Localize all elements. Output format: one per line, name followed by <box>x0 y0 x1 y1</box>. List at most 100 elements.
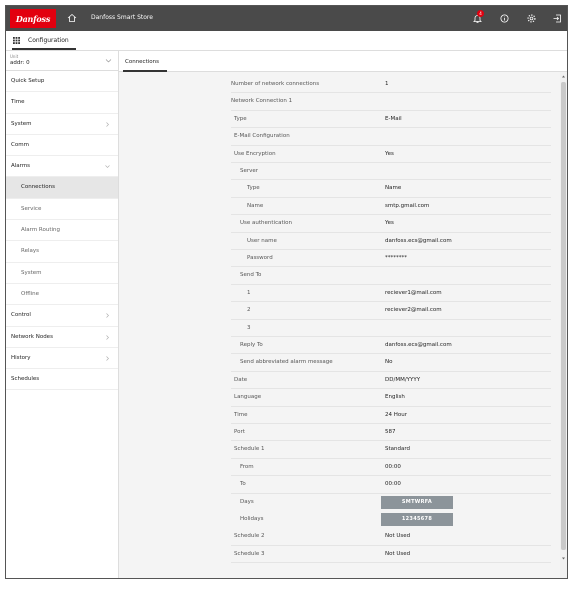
sidebar-item-label: Connections <box>21 184 55 191</box>
setting-value[interactable]: 00:00 <box>385 481 401 487</box>
unit-selector[interactable]: Unit addr: 0 <box>6 51 118 71</box>
setting-value[interactable]: danfoss.ecs@gmail.com <box>385 342 452 348</box>
setting-label: Port <box>234 429 245 435</box>
setting-row: Date DD/MM/YYYY <box>119 372 560 390</box>
setting-row: Send To <box>119 267 560 285</box>
sidebar-nav: Quick Setup Time System Comm Alarms Connectio… <box>6 71 118 391</box>
setting-row: 1 reciever1@mail.com <box>119 285 560 303</box>
setting-label: Use authentication <box>240 220 293 227</box>
setting-label: Type <box>234 115 247 122</box>
setting-value-button[interactable]: 12345678 <box>381 513 453 526</box>
setting-label: Network Connection 1 <box>231 98 293 105</box>
setting-label: Name <box>247 202 264 209</box>
chevron-right-icon <box>106 356 109 361</box>
setting-row: From 00:00 <box>119 459 560 477</box>
setting-value[interactable]: Yes <box>385 151 394 157</box>
sidebar-item-relays[interactable]: Relays <box>6 241 118 263</box>
setting-label: Number of network connections <box>231 81 320 87</box>
setting-value[interactable]: danfoss.ecs@gmail.com <box>385 238 452 244</box>
sidebar-item-schedules[interactable]: Schedules <box>6 369 118 391</box>
setting-value[interactable]: Not Used <box>385 551 410 557</box>
setting-row: E-Mail Configuration <box>119 128 560 146</box>
setting-value[interactable]: English <box>385 394 405 400</box>
setting-row: Number of network connections 1 <box>119 76 560 94</box>
setting-value[interactable]: Standard <box>385 446 410 452</box>
tab-bar: Connections <box>119 51 567 72</box>
chevron-right-icon <box>106 313 109 318</box>
sidebar-item-offline[interactable]: Offline <box>6 284 118 306</box>
logo-text: Danfoss <box>15 13 51 24</box>
gear-icon[interactable] <box>526 13 537 24</box>
setting-row: Reply To danfoss.ecs@gmail.com <box>119 337 560 355</box>
home-icon[interactable] <box>67 13 77 23</box>
setting-label: Date <box>234 376 248 383</box>
scroll-down-icon[interactable] <box>561 556 566 561</box>
sidebar-item-alarms[interactable]: Alarms <box>6 156 118 178</box>
setting-value[interactable]: DD/MM/YYYY <box>385 377 420 383</box>
scrollbar[interactable] <box>560 72 567 578</box>
chevron-right-icon <box>106 334 109 340</box>
setting-label: Type <box>247 185 260 192</box>
scroll-up-icon[interactable] <box>561 74 566 79</box>
scroll-thumb[interactable] <box>561 82 566 550</box>
grid-icon[interactable] <box>13 37 20 44</box>
setting-label: 2 <box>247 307 251 314</box>
sidebar-item-time[interactable]: Time <box>6 92 118 114</box>
setting-label: 1 <box>247 289 251 296</box>
setting-value[interactable]: Not Used <box>385 533 410 539</box>
setting-row: User name danfoss.ecs@gmail.com <box>119 233 560 250</box>
sidebar-item-comm[interactable]: Comm <box>6 135 118 157</box>
tab-connections[interactable]: Connections <box>125 59 159 65</box>
setting-value-button[interactable]: SMTWRFA <box>381 495 453 509</box>
sidebar-item-connections[interactable]: Connections <box>6 177 118 199</box>
setting-row: Send abbreviated alarm message No <box>119 354 560 372</box>
setting-row: Use Encryption Yes <box>119 146 560 163</box>
sidebar-item-label: System <box>11 120 32 127</box>
chevron-down-icon <box>105 165 110 169</box>
setting-row: Language English <box>119 389 560 407</box>
sidebar-item-system[interactable]: System <box>6 114 118 135</box>
sidebar-item-service[interactable]: Service <box>6 199 118 221</box>
danfoss-logo[interactable]: Danfoss <box>10 9 56 28</box>
setting-row: 3 <box>119 320 560 337</box>
sidebar-item-label: Control <box>11 312 31 319</box>
sidebar-item-system[interactable]: System <box>6 263 118 284</box>
setting-value[interactable]: 24 Hour <box>385 412 407 418</box>
setting-value[interactable]: smtp.gmail.com <box>385 203 429 209</box>
setting-label: Use Encryption <box>234 150 276 157</box>
setting-value[interactable]: 587 <box>385 429 396 435</box>
setting-value[interactable]: 00:00 <box>385 464 401 470</box>
setting-label: Schedule 2 <box>234 533 265 540</box>
setting-value[interactable]: reciever2@mail.com <box>385 307 442 313</box>
sidebar-item-history[interactable]: History <box>6 348 118 370</box>
sidebar-item-label: System <box>21 269 42 276</box>
notification-badge: 4 <box>477 10 484 17</box>
setting-row: Use authentication Yes <box>119 215 560 233</box>
setting-value[interactable]: Name <box>385 185 401 191</box>
setting-value[interactable]: ******** <box>385 255 407 261</box>
sidebar-item-quick-setup[interactable]: Quick Setup <box>6 71 118 93</box>
setting-label: Password <box>247 255 273 261</box>
info-icon[interactable] <box>499 13 510 24</box>
setting-label: User name <box>247 237 277 244</box>
setting-value[interactable]: 1 <box>385 81 389 87</box>
setting-row: Days SMTWRFA <box>119 494 560 511</box>
setting-row: Server <box>119 163 560 181</box>
sidebar-item-alarm-routing[interactable]: Alarm Routing <box>6 220 118 242</box>
logout-icon[interactable] <box>552 13 563 24</box>
setting-row: 2 reciever2@mail.com <box>119 302 560 320</box>
setting-value[interactable]: E-Mail <box>385 116 402 122</box>
setting-value[interactable]: No <box>385 359 392 365</box>
sidebar-item-control[interactable]: Control <box>6 305 118 327</box>
sidebar-item-label: Alarms <box>11 163 31 170</box>
sidebar-item-network-nodes[interactable]: Network Nodes <box>6 327 118 348</box>
setting-label: Holidays <box>240 516 264 522</box>
configuration-bar: Configuration <box>6 31 567 51</box>
setting-value[interactable]: Yes <box>385 220 394 226</box>
app-window: Danfoss Danfoss Smart Store 4 Configurat… <box>5 5 568 579</box>
configuration-tab[interactable]: Configuration <box>28 37 69 44</box>
setting-row: Network Connection 1 <box>119 93 560 111</box>
setting-row: Type Name <box>119 180 560 198</box>
setting-value[interactable]: reciever1@mail.com <box>385 290 442 296</box>
setting-row: Port 587 <box>119 424 560 442</box>
